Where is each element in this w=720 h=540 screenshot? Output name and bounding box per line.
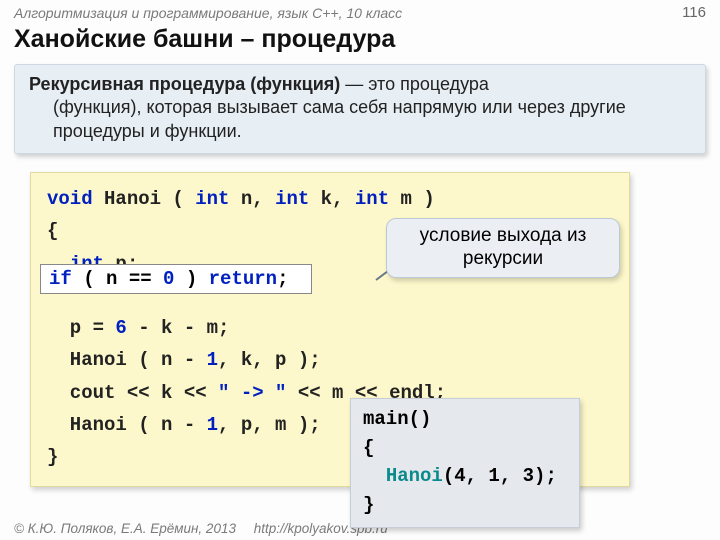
course-label: Алгоритмизация и программирование, язык … xyxy=(14,5,402,21)
highlighted-return-line: if ( n == 0 ) return; xyxy=(40,264,312,294)
copyright: © К.Ю. Поляков, Е.А. Ерёмин, 2013 xyxy=(14,521,236,536)
definition-dash: — это процедура xyxy=(340,74,489,94)
callout-line2: рекурсии xyxy=(397,248,609,271)
slide-title: Ханойские башни – процедура xyxy=(0,23,720,60)
callout-box: условие выхода из рекурсии xyxy=(386,218,620,278)
page-number: 116 xyxy=(682,4,706,21)
definition-box: Рекурсивная процедура (функция) — это пр… xyxy=(14,64,706,154)
definition-term: Рекурсивная процедура (функция) xyxy=(29,74,340,94)
callout-line1: условие выхода из xyxy=(397,225,609,248)
main-code-block: main() { Hanoi(4, 1, 3); } xyxy=(350,398,580,528)
definition-rest: (функция), которая вызывает сама себя на… xyxy=(29,96,691,143)
header: Алгоритмизация и программирование, язык … xyxy=(0,0,720,23)
